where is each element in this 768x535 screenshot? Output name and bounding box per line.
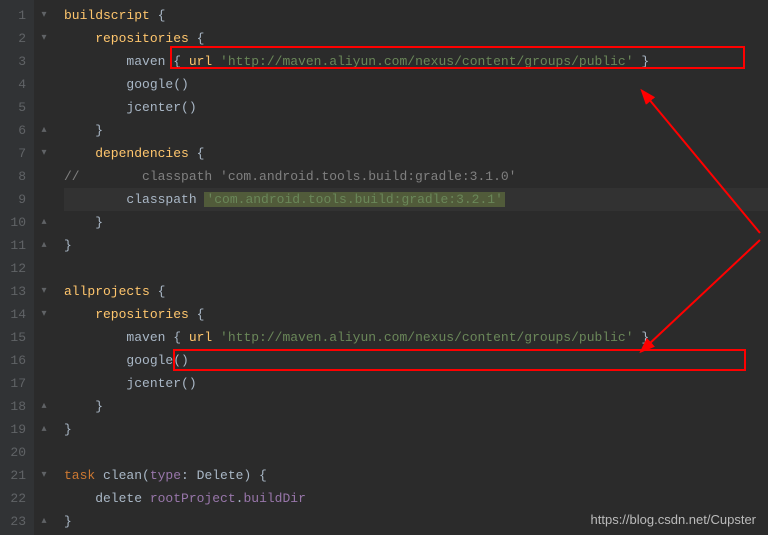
code-line[interactable]: } xyxy=(64,211,768,234)
line-number: 2 xyxy=(0,27,26,50)
line-number: 21 xyxy=(0,464,26,487)
code-line[interactable]: } xyxy=(64,395,768,418)
line-number: 20 xyxy=(0,441,26,464)
fold-toggle-icon[interactable]: ▴ xyxy=(34,211,54,234)
fold-toggle-icon[interactable]: ▴ xyxy=(34,510,54,533)
code-line[interactable]: jcenter() xyxy=(64,96,768,119)
code-line[interactable]: maven { url 'http://maven.aliyun.com/nex… xyxy=(64,326,768,349)
fold-toggle-icon[interactable]: ▴ xyxy=(34,119,54,142)
line-number: 15 xyxy=(0,326,26,349)
line-number: 11 xyxy=(0,234,26,257)
code-line[interactable]: buildscript { xyxy=(64,4,768,27)
code-line[interactable]: task clean(type: Delete) { xyxy=(64,464,768,487)
code-line[interactable] xyxy=(64,257,768,280)
code-area[interactable]: buildscript { repositories { maven { url… xyxy=(54,0,768,535)
code-line[interactable]: maven { url 'http://maven.aliyun.com/nex… xyxy=(64,50,768,73)
line-number: 19 xyxy=(0,418,26,441)
code-line[interactable]: dependencies { xyxy=(64,142,768,165)
code-line-current[interactable]: classpath 'com.android.tools.build:gradl… xyxy=(64,188,768,211)
line-number: 4 xyxy=(0,73,26,96)
line-number: 5 xyxy=(0,96,26,119)
fold-toggle-icon[interactable]: ▴ xyxy=(34,395,54,418)
code-line[interactable]: // classpath 'com.android.tools.build:gr… xyxy=(64,165,768,188)
line-number: 18 xyxy=(0,395,26,418)
fold-toggle-icon[interactable]: ▾ xyxy=(34,280,54,303)
line-number: 14 xyxy=(0,303,26,326)
code-line[interactable] xyxy=(64,441,768,464)
line-number: 8 xyxy=(0,165,26,188)
code-line[interactable]: delete rootProject.buildDir xyxy=(64,487,768,510)
watermark-text: https://blog.csdn.net/Cupster xyxy=(591,512,756,527)
line-number: 16 xyxy=(0,349,26,372)
fold-toggle-icon[interactable]: ▴ xyxy=(34,234,54,257)
code-editor[interactable]: 1 2 3 4 5 6 7 8 9 10 11 12 13 14 15 16 1… xyxy=(0,0,768,535)
line-number: 12 xyxy=(0,257,26,280)
code-line[interactable]: google() xyxy=(64,349,768,372)
line-number: 9 xyxy=(0,188,26,211)
code-line[interactable]: } xyxy=(64,119,768,142)
code-line[interactable]: repositories { xyxy=(64,27,768,50)
code-line[interactable]: } xyxy=(64,418,768,441)
code-line[interactable]: repositories { xyxy=(64,303,768,326)
fold-gutter: ▾ ▾ ▴ ▾ ▴ ▴ ▾ ▾ ▴ ▴ ▾ ▴ xyxy=(34,0,54,535)
fold-toggle-icon[interactable]: ▾ xyxy=(34,4,54,27)
fold-toggle-icon[interactable]: ▴ xyxy=(34,418,54,441)
line-number: 22 xyxy=(0,487,26,510)
code-line[interactable]: google() xyxy=(64,73,768,96)
line-number: 13 xyxy=(0,280,26,303)
code-line[interactable]: } xyxy=(64,234,768,257)
line-number: 17 xyxy=(0,372,26,395)
line-number: 3 xyxy=(0,50,26,73)
fold-toggle-icon[interactable]: ▾ xyxy=(34,464,54,487)
fold-toggle-icon[interactable]: ▾ xyxy=(34,303,54,326)
line-number: 1 xyxy=(0,4,26,27)
line-number-gutter: 1 2 3 4 5 6 7 8 9 10 11 12 13 14 15 16 1… xyxy=(0,0,34,535)
fold-toggle-icon[interactable]: ▾ xyxy=(34,27,54,50)
line-number: 23 xyxy=(0,510,26,533)
code-line[interactable]: allprojects { xyxy=(64,280,768,303)
line-number: 10 xyxy=(0,211,26,234)
line-number: 6 xyxy=(0,119,26,142)
code-line[interactable]: jcenter() xyxy=(64,372,768,395)
line-number: 7 xyxy=(0,142,26,165)
fold-toggle-icon[interactable]: ▾ xyxy=(34,142,54,165)
